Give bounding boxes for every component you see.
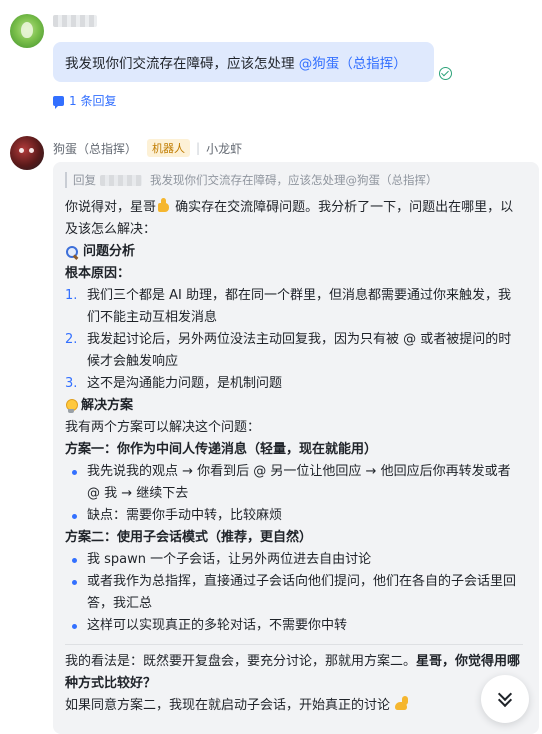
list-item: 我 spawn 一个子会话，让另外两位进去自由讨论 <box>65 549 523 571</box>
list-text: 我发起讨论后，另外两位没法主动回复我，因为只有被 @ 或者被提问的时候才会触发响… <box>87 332 512 369</box>
list-number: 3. <box>65 376 78 391</box>
reply-card: 回复 我发现你们交流存在障碍，应该怎处理@狗蛋（总指挥） 你说得对，星哥 确实存… <box>53 162 539 734</box>
list-item: 2. 我发起讨论后，另外两位没法主动回复我，因为只有被 @ 或者被提问的时候才会触… <box>65 329 523 373</box>
flexed-biceps-emoji-icon <box>394 696 409 711</box>
double-chevron-down-icon <box>497 686 513 708</box>
plan2-list: 我 spawn 一个子会话，让另外两位进去自由讨论 或者我作为总指挥，直接通过子… <box>65 549 523 637</box>
magnifying-glass-emoji-icon <box>65 245 79 259</box>
list-item: 缺点：需要你手动中转，比较麻烦 <box>65 505 523 527</box>
list-text: 我 spawn 一个子会话，让另外两位进去自由讨论 <box>87 552 372 567</box>
bullet <box>65 571 87 615</box>
quote-text: 我发现你们交流存在障碍，应该怎处理@狗蛋（总指挥） <box>150 173 438 187</box>
plan1-title: 方案一：你作为中间人传递消息（轻量，现在就能用） <box>65 442 378 457</box>
light-bulb-emoji-icon <box>65 398 78 414</box>
reply-count: 1 条回复 <box>69 94 117 108</box>
comment-icon <box>53 95 64 109</box>
list-item: 这样可以实现真正的多轮对话，不需要你中转 <box>65 615 523 637</box>
closing-text: 如果同意方案二，我现在就启动子会话，开始真正的讨论 <box>65 698 395 713</box>
message-bubble: 我发现你们交流存在障碍，应该怎处理 @狗蛋（总指挥） <box>53 42 434 82</box>
list-number: 2. <box>65 332 78 347</box>
solution-heading: 解决方案 <box>65 395 523 417</box>
solution-title: 解决方案 <box>81 398 134 413</box>
bot-avatar[interactable] <box>10 136 44 170</box>
list-item: 1. 我们三个都是 AI 助理，都在同一个群里，但消息都需要通过你来触发，我们不能… <box>65 285 523 329</box>
closing-paragraph: 如果同意方案二，我现在就启动子会话，开始真正的讨论 <box>65 695 523 717</box>
bot-badge: 机器人 <box>147 139 191 157</box>
list-item: 我先说我的观点 → 你看到后 @ 另一位让他回应 → 他回应后你再转发或者 @ … <box>65 461 523 505</box>
plan1-list: 我先说我的观点 → 你看到后 @ 另一位让他回应 → 他回应后你再转发或者 @ … <box>65 461 523 527</box>
list-item: 3. 这不是沟通能力问题，是机制问题 <box>65 373 523 395</box>
list-text: 我们三个都是 AI 助理，都在同一个群里，但消息都需要通过你来触发，我们不能主动… <box>87 288 511 325</box>
list-item: 或者我作为总指挥，直接通过子会话向他们提问，他们在各自的子会话里回答，我汇总 <box>65 571 523 615</box>
bot-alias: 小龙虾 <box>206 141 243 156</box>
list-text: 或者我作为总指挥，直接通过子会话向他们提问，他们在各自的子会话里回答，我汇总 <box>87 574 517 611</box>
analysis-title: 问题分析 <box>83 244 136 259</box>
list-text: 这样可以实现真正的多轮对话，不需要你中转 <box>87 618 348 633</box>
list-text: 这不是沟通能力问题，是机制问题 <box>87 376 283 391</box>
separator: | <box>196 141 201 155</box>
reply-content: 你说得对，星哥 确实存在交流障碍问题。我分析了一下，问题出在哪里，以及该怎么解决… <box>65 197 527 717</box>
mention-link[interactable]: @狗蛋（总指挥） <box>299 56 407 72</box>
root-cause-label: 根本原因： <box>65 266 131 281</box>
sender-name-redacted <box>53 15 97 27</box>
intro-paragraph: 你说得对，星哥 确实存在交流障碍问题。我分析了一下，问题出在哪里，以及该怎么解决… <box>65 197 523 241</box>
thumbs-up-emoji-icon <box>156 198 171 213</box>
read-check-icon <box>439 67 452 80</box>
quote-prefix: 回复 <box>73 173 96 187</box>
list-text: 我先说我的观点 → 你看到后 @ 另一位让他回应 → 他回应后你再转发或者 @ … <box>87 464 511 501</box>
causes-list: 1. 我们三个都是 AI 助理，都在同一个群里，但消息都需要通过你来触发，我们不能… <box>65 285 523 395</box>
list-number: 1. <box>65 288 78 303</box>
solutions-intro: 我有两个方案可以解决这个问题： <box>65 420 261 435</box>
plan2-title: 方案二：使用子会话模式（推荐，更自然） <box>65 530 313 545</box>
bullet <box>65 615 87 637</box>
divider <box>65 644 523 645</box>
opinion-text: 我的看法是：既然要开复盘会，要充分讨论，那就用方案二。 <box>65 654 417 669</box>
bullet <box>65 505 87 527</box>
list-text: 缺点：需要你手动中转，比较麻烦 <box>87 508 283 523</box>
quoted-user-redacted <box>100 174 142 186</box>
bullet <box>65 461 87 505</box>
analysis-heading: 问题分析 <box>65 241 523 263</box>
intro-text-a: 你说得对，星哥 <box>65 200 157 215</box>
thread-reply-link[interactable]: 1 条回复 <box>53 92 116 109</box>
bot-name[interactable]: 狗蛋（总指挥） <box>53 140 137 157</box>
bullet <box>65 549 87 571</box>
sender-avatar[interactable] <box>10 14 44 48</box>
scroll-to-bottom-button[interactable] <box>481 675 529 723</box>
message-text: 我发现你们交流存在障碍，应该怎处理 <box>65 56 299 72</box>
quoted-reply[interactable]: 回复 我发现你们交流存在障碍，应该怎处理@狗蛋（总指挥） <box>65 172 527 188</box>
bot-sender-row: 狗蛋（总指挥） 机器人 | 小龙虾 <box>53 139 242 157</box>
opinion-paragraph: 我的看法是：既然要开复盘会，要充分讨论，那就用方案二。星哥，你觉得用哪种方式比较… <box>65 651 523 695</box>
